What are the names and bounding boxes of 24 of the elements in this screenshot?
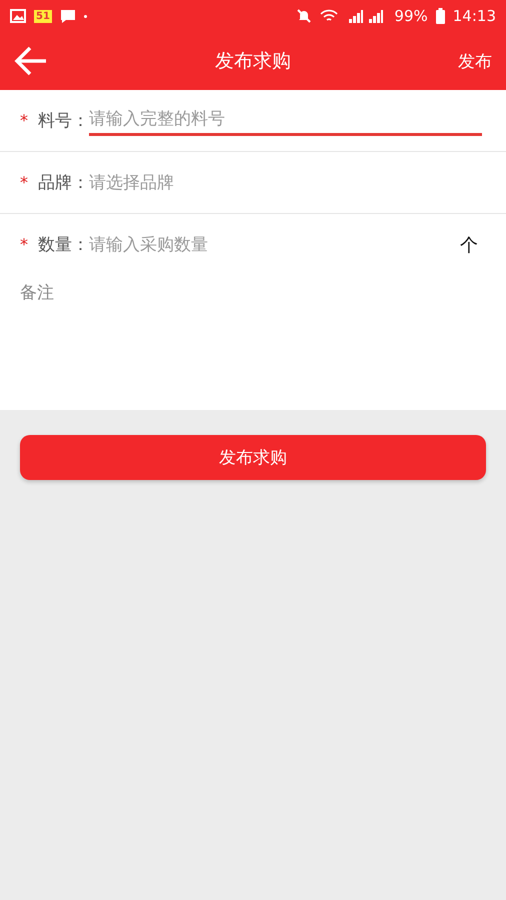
message-icon <box>60 8 76 24</box>
clock: 14:13 <box>452 7 496 25</box>
required-mark: * <box>20 235 29 254</box>
input-field[interactable]: 请输入采购数量 <box>89 230 460 258</box>
gallery-icon <box>10 9 26 23</box>
submit-button[interactable]: 发布求购 <box>20 435 486 480</box>
publish-button[interactable]: 发布 <box>458 50 492 72</box>
field-label: 品牌： <box>38 172 89 194</box>
battery-icon <box>436 8 445 24</box>
back-button[interactable] <box>14 46 48 76</box>
battery-percent: 99% <box>394 7 428 25</box>
page-title: 发布求购 <box>214 49 292 74</box>
required-mark: * <box>20 111 29 130</box>
mute-icon <box>296 8 312 24</box>
select-field[interactable]: 请选择品牌 <box>89 171 486 194</box>
unit-label: 个 <box>460 234 478 256</box>
required-mark: * <box>20 173 29 192</box>
remark-field[interactable]: 备注 <box>0 275 506 410</box>
input-field[interactable]: 请输入完整的料号 <box>89 105 482 136</box>
app-badge: 51 <box>34 10 52 22</box>
wifi-icon <box>320 8 338 24</box>
field-label: 料号： <box>38 110 89 132</box>
dot-icon <box>84 14 87 18</box>
field-label: 数量： <box>38 234 89 256</box>
